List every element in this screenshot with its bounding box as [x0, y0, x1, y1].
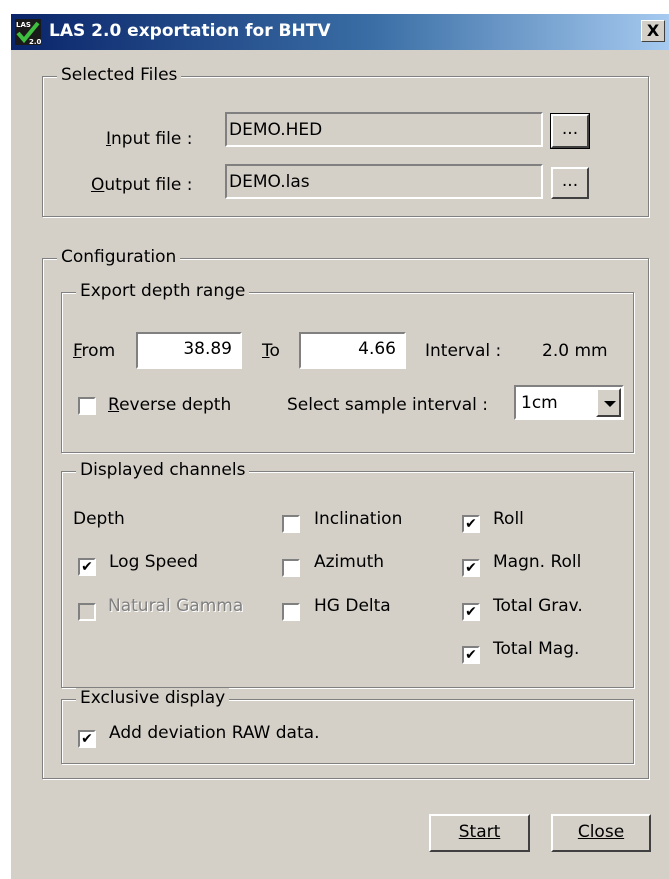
input-file-field[interactable]: DEMO.HED — [225, 112, 543, 147]
reverse-depth-checkbox[interactable] — [78, 397, 96, 415]
sample-interval-value: 1cm — [521, 393, 558, 413]
roll-checkbox[interactable]: ✔ — [462, 515, 480, 533]
input-file-label: Input file : — [106, 129, 193, 149]
azimuth-label: Azimuth — [314, 552, 385, 572]
to-label: To — [262, 341, 280, 361]
depth-static-label: Depth — [73, 509, 125, 529]
close-button[interactable]: Close — [551, 814, 651, 852]
total-grav-label: Total Grav. — [493, 596, 583, 616]
depth-range-legend: Export depth range — [76, 281, 250, 301]
sample-interval-select[interactable]: 1cm — [514, 385, 624, 420]
total-mag-label: Total Mag. — [493, 639, 580, 659]
inclination-checkbox[interactable] — [282, 515, 300, 533]
title-bar[interactable]: LAS 2.0 LAS 2.0 exportation for BHTV X — [11, 14, 669, 50]
close-window-button[interactable]: X — [641, 20, 665, 42]
interval-label: Interval : — [425, 341, 502, 361]
svg-text:LAS: LAS — [16, 21, 31, 29]
natural-gamma-label: Natural Gamma — [108, 596, 244, 616]
exclusive-display-legend: Exclusive display — [76, 688, 230, 708]
svg-text:2.0: 2.0 — [29, 38, 41, 45]
to-input[interactable]: 4.66 — [299, 332, 406, 369]
channels-legend: Displayed channels — [76, 460, 250, 480]
input-file-label-rest: nput file : — [111, 129, 193, 149]
inclination-label: Inclination — [314, 509, 403, 529]
window-title: LAS 2.0 exportation for BHTV — [49, 21, 331, 41]
input-browse-button[interactable]: ... — [550, 113, 590, 149]
add-raw-data-label: Add deviation RAW data. — [109, 723, 320, 743]
output-browse-button[interactable]: ... — [551, 167, 589, 199]
from-input[interactable]: 38.89 — [136, 332, 242, 369]
total-grav-checkbox[interactable]: ✔ — [462, 603, 480, 621]
hg-delta-label: HG Delta — [314, 596, 391, 616]
natural-gamma-checkbox — [78, 603, 96, 621]
las-checkmark-icon: LAS 2.0 — [15, 19, 41, 45]
magn-roll-label: Magn. Roll — [493, 552, 582, 572]
start-button[interactable]: Start — [429, 814, 530, 852]
reverse-depth-label: Reverse depth — [108, 395, 232, 415]
start-button-label: Start — [458, 822, 501, 842]
log-speed-checkbox[interactable]: ✔ — [78, 558, 96, 576]
hg-delta-checkbox[interactable] — [282, 603, 300, 621]
roll-label: Roll — [493, 509, 524, 529]
las-export-dialog: LAS 2.0 LAS 2.0 exportation for BHTV X S… — [10, 13, 669, 879]
configuration-legend: Configuration — [57, 247, 181, 267]
interval-value: 2.0 mm — [542, 341, 608, 361]
output-file-label: Output file : — [91, 175, 193, 195]
from-label: From — [73, 341, 116, 361]
total-mag-checkbox[interactable]: ✔ — [462, 646, 480, 664]
magn-roll-checkbox[interactable]: ✔ — [462, 559, 480, 577]
azimuth-checkbox[interactable] — [282, 559, 300, 577]
add-raw-data-checkbox[interactable]: ✔ — [78, 730, 96, 748]
close-button-label: Close — [577, 822, 625, 842]
chevron-down-icon[interactable] — [596, 388, 621, 417]
output-file-field[interactable]: DEMO.las — [225, 164, 543, 199]
depth-range-group: Export depth range — [61, 281, 634, 453]
sample-interval-label: Select sample interval : — [287, 395, 489, 415]
selected-files-legend: Selected Files — [57, 65, 182, 85]
log-speed-label: Log Speed — [109, 552, 199, 572]
